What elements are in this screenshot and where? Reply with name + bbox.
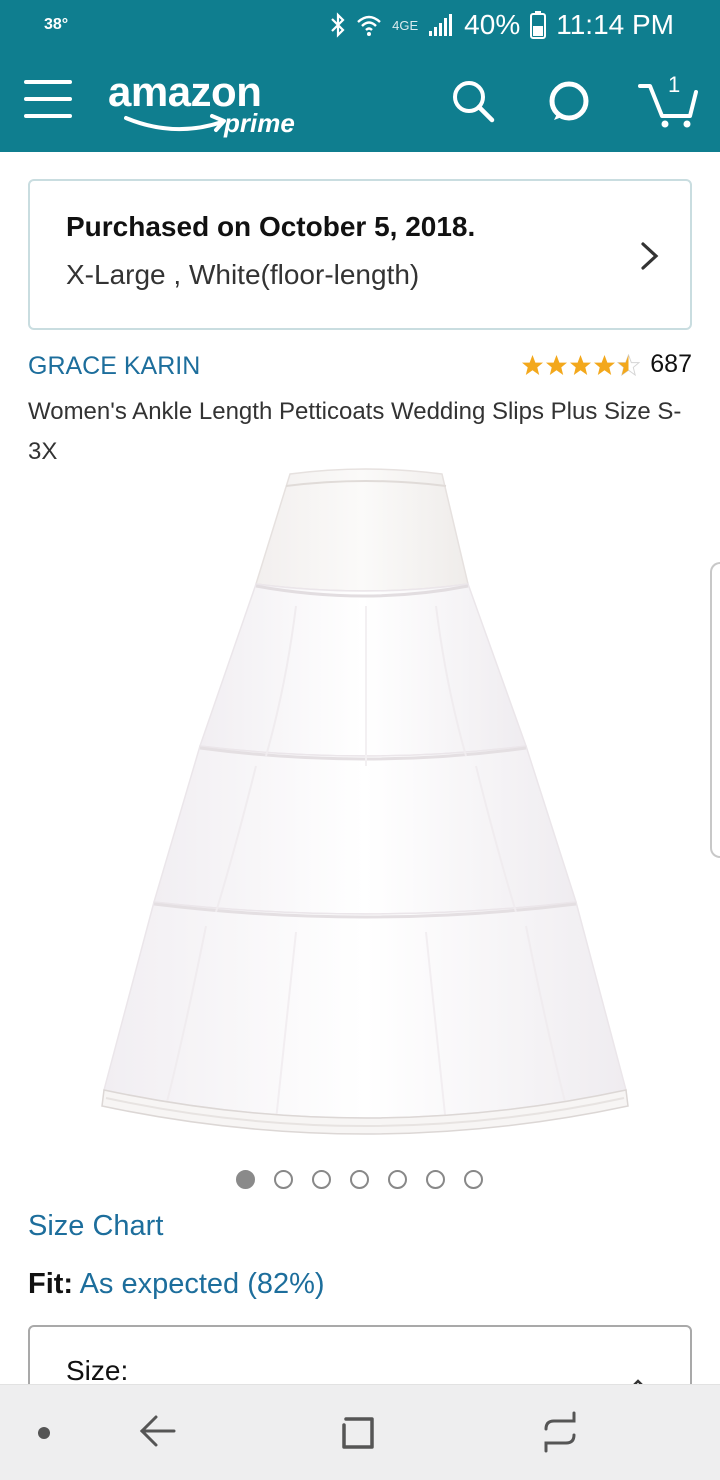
battery-percent-text: 40% <box>464 9 521 40</box>
size-chart-link[interactable]: Size Chart <box>28 1210 163 1243</box>
star-rating <box>521 353 641 376</box>
status-bar: 38° 4GE 40% 11:14 PM <box>0 0 720 50</box>
fit-value-link[interactable]: As expected (82%) <box>80 1268 325 1300</box>
signal-icon <box>428 13 454 37</box>
pagination-dot[interactable] <box>426 1170 445 1189</box>
fit-info: Fit: As expected (82%) <box>28 1268 325 1301</box>
home-icon[interactable] <box>338 1413 378 1453</box>
pagination-dot-active[interactable] <box>236 1170 255 1189</box>
system-navigation-bar <box>0 1384 720 1480</box>
chevron-right-icon <box>641 242 659 270</box>
smile-arrow-icon <box>124 114 226 132</box>
network-type-text: 4GE <box>392 17 419 33</box>
pagination-dot[interactable] <box>464 1170 483 1189</box>
screen: 38° 4GE 40% 11:14 PM amazon prime 1 Purc… <box>0 0 720 1480</box>
star-full-icon <box>570 354 592 375</box>
cart-count-badge: 1 <box>668 72 681 97</box>
app-header: amazon prime 1 <box>0 50 720 152</box>
pagination-dot[interactable] <box>350 1170 369 1189</box>
star-full-icon <box>546 354 568 375</box>
purchase-history-card[interactable]: Purchased on October 5, 2018. X-Large , … <box>28 179 692 330</box>
nav-dot-indicator <box>38 1427 50 1439</box>
recent-apps-icon[interactable] <box>540 1411 580 1453</box>
temperature-text: 38° <box>44 16 69 33</box>
fit-label: Fit: <box>28 1268 74 1300</box>
menu-icon[interactable] <box>24 80 72 120</box>
review-count-text: 687 <box>650 350 692 378</box>
purchase-variant-text: X-Large , White(floor-length) <box>66 259 420 290</box>
clock-text: 11:14 PM <box>556 9 674 40</box>
back-icon[interactable] <box>138 1411 178 1451</box>
battery-icon <box>530 11 547 39</box>
rating-summary[interactable]: 687 <box>521 350 692 379</box>
image-pagination <box>236 1170 483 1189</box>
star-full-icon <box>522 354 544 375</box>
search-icon[interactable] <box>450 78 496 124</box>
logo-prime-text: prime <box>224 108 295 138</box>
bluetooth-icon <box>330 12 346 38</box>
brand-link[interactable]: GRACE KARIN <box>28 352 200 381</box>
star-half-icon <box>617 353 641 376</box>
cart-icon[interactable]: 1 <box>638 72 700 128</box>
star-full-icon <box>594 354 616 375</box>
pagination-dot[interactable] <box>312 1170 331 1189</box>
status-icons: 4GE 40% 11:14 PM <box>330 8 674 42</box>
product-image[interactable] <box>96 466 636 1156</box>
pagination-dot[interactable] <box>274 1170 293 1189</box>
side-panel-handle[interactable] <box>710 562 720 858</box>
amazon-prime-logo[interactable]: amazon prime <box>108 68 318 138</box>
product-title: Women's Ankle Length Petticoats Wedding … <box>28 398 682 465</box>
size-label: Size: <box>66 1355 129 1386</box>
wifi-icon <box>356 13 382 37</box>
purchase-date-text: Purchased on October 5, 2018. <box>66 211 476 242</box>
alexa-icon[interactable] <box>548 80 590 122</box>
pagination-dot[interactable] <box>388 1170 407 1189</box>
